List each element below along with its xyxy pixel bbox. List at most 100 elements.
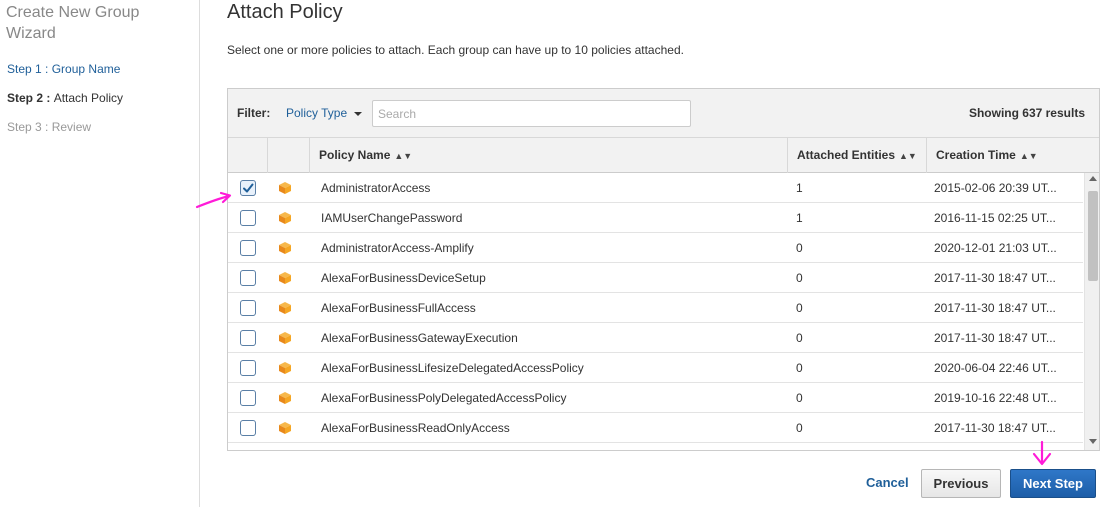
attached-entities: 0: [796, 241, 803, 255]
step-label: Attach Policy: [53, 91, 124, 105]
attached-entities: 0: [796, 331, 803, 345]
attached-entities: 0: [796, 301, 803, 315]
header-attached-entities[interactable]: Attached Entities ▲▼: [787, 138, 926, 173]
policy-name[interactable]: AlexaForBusinessGatewayExecution: [321, 331, 518, 345]
policy-box-icon: [279, 302, 291, 314]
header-icon-column: [267, 138, 309, 173]
table-row[interactable]: AlexaForBusinessFullAccess 0 2017-11-30 18…: [228, 293, 1083, 323]
scrollbar-thumb[interactable]: [1088, 191, 1098, 281]
filter-bar: Filter: Policy Type Showing 637 results: [228, 89, 1099, 138]
creation-time: 2017-11-30 18:47 UT...: [934, 421, 1056, 435]
attached-entities: 0: [796, 271, 803, 285]
row-checkbox[interactable]: [240, 180, 256, 196]
policy-name[interactable]: AlexaForBusinessDeviceSetup: [321, 271, 486, 285]
search-input[interactable]: [372, 100, 691, 127]
table-row[interactable]: IAMUserChangePassword 1 2016-11-15 02:25 U…: [228, 203, 1083, 233]
creation-time: 2020-06-04 22:46 UT...: [934, 361, 1057, 375]
caret-down-icon: [353, 111, 362, 116]
header-policy-name[interactable]: Policy Name ▲▼: [309, 138, 787, 173]
step-number: Step 2 :: [7, 91, 54, 105]
previous-button[interactable]: Previous: [921, 469, 1001, 498]
wizard-step-1[interactable]: Step 1 : Group Name: [7, 62, 120, 76]
row-checkbox[interactable]: [240, 360, 256, 376]
step-label: Group Name: [51, 62, 121, 76]
checkmark-icon: [243, 183, 254, 193]
results-count: Showing 637 results: [968, 106, 1085, 120]
creation-time: 2020-12-01 21:03 UT...: [934, 241, 1057, 255]
header-label: Policy Name: [319, 148, 391, 162]
policy-name[interactable]: AlexaForBusinessPolyDelegatedAccessPolic…: [321, 391, 566, 405]
table-row[interactable]: AlexaForBusinessReadOnlyAccess 0 2017-11-3…: [228, 413, 1083, 443]
table-row[interactable]: AdministratorAccess 1 2015-02-06 20:39 UT.…: [228, 173, 1083, 203]
table-row[interactable]: AlexaForBusinessGatewayExecution 0 2017-11…: [228, 323, 1083, 353]
row-checkbox[interactable]: [240, 420, 256, 436]
header-creation-time[interactable]: Creation Time ▲▼: [926, 138, 1099, 173]
policy-box-icon: [279, 392, 291, 404]
policy-type-dropdown[interactable]: Policy Type: [286, 106, 362, 120]
policy-table-panel: Filter: Policy Type Showing 637 results …: [227, 88, 1100, 451]
wizard-sidebar: Create New Group Wizard Step 1 : Group N…: [0, 0, 200, 507]
attached-entities: 1: [796, 211, 803, 225]
row-checkbox[interactable]: [240, 240, 256, 256]
wizard-step-2: Step 2 : Attach Policy: [7, 91, 123, 105]
policy-box-icon: [279, 332, 291, 344]
policy-box-icon: [279, 212, 291, 224]
next-step-button[interactable]: Next Step: [1010, 469, 1096, 498]
step-separator: :: [41, 62, 52, 76]
policy-box-icon: [279, 272, 291, 284]
header-label: Creation Time: [936, 148, 1016, 162]
policy-box-icon: [279, 362, 291, 374]
sort-arrows-icon: ▲▼: [394, 151, 413, 161]
policy-box-icon: [279, 182, 291, 194]
row-checkbox[interactable]: [240, 210, 256, 226]
policy-box-icon: [279, 422, 291, 434]
row-checkbox[interactable]: [240, 390, 256, 406]
creation-time: 2017-11-30 18:47 UT...: [934, 271, 1056, 285]
table-body: AdministratorAccess 1 2015-02-06 20:39 UT.…: [228, 173, 1083, 450]
policy-name[interactable]: AdministratorAccess: [321, 181, 430, 195]
filter-label: Filter:: [237, 106, 271, 120]
scroll-up-icon[interactable]: [1089, 176, 1097, 181]
row-checkbox[interactable]: [240, 270, 256, 286]
creation-time: 2017-11-30 18:47 UT...: [934, 301, 1056, 315]
table-row[interactable]: AlexaForBusinessLifesizeDelegatedAccessP…: [228, 353, 1083, 383]
table-row[interactable]: AlexaForBusinessDeviceSetup 0 2017-11-30 1…: [228, 263, 1083, 293]
table-row[interactable]: AdministratorAccess-Amplify 0 2020-12-01 2…: [228, 233, 1083, 263]
row-checkbox[interactable]: [240, 300, 256, 316]
table-scrollbar[interactable]: [1084, 173, 1099, 450]
attached-entities: 0: [796, 391, 803, 405]
sort-arrows-icon: ▲▼: [1019, 151, 1038, 161]
policy-type-label: Policy Type: [286, 106, 348, 120]
policy-name[interactable]: AdministratorAccess-Amplify: [321, 241, 474, 255]
step-separator: :: [41, 120, 52, 134]
creation-time: 2016-11-15 02:25 UT...: [934, 211, 1056, 225]
policy-name[interactable]: IAMUserChangePassword: [321, 211, 462, 225]
scroll-down-icon[interactable]: [1089, 439, 1097, 444]
attached-entities: 0: [796, 361, 803, 375]
sort-arrows-icon: ▲▼: [899, 151, 917, 161]
page-description: Select one or more policies to attach. E…: [227, 43, 684, 57]
row-checkbox[interactable]: [240, 330, 256, 346]
creation-time: 2017-11-30 18:47 UT...: [934, 331, 1056, 345]
step-label: Review: [51, 120, 92, 134]
page-title: Attach Policy: [227, 1, 343, 23]
creation-time: 2019-10-16 22:48 UT...: [934, 391, 1057, 405]
cancel-link[interactable]: Cancel: [866, 475, 909, 490]
attached-entities: 0: [796, 421, 803, 435]
wizard-step-3: Step 3 : Review: [7, 120, 91, 134]
header-select-column: [228, 138, 267, 173]
wizard-title: Create New Group Wizard: [6, 4, 140, 42]
step-number: Step 3: [7, 120, 42, 134]
header-label: Attached Entities: [797, 148, 896, 162]
policy-name[interactable]: AlexaForBusinessFullAccess: [321, 301, 476, 315]
attached-entities: 1: [796, 181, 803, 195]
table-row[interactable]: AlexaForBusinessPolyDelegatedAccessPolic…: [228, 383, 1083, 413]
annotation-arrow-icon: [195, 191, 232, 209]
policy-name[interactable]: AlexaForBusinessLifesizeDelegatedAccessP…: [321, 361, 584, 375]
policy-name[interactable]: AlexaForBusinessReadOnlyAccess: [321, 421, 510, 435]
table-header: Policy Name ▲▼ Attached Entities ▲▼ Creati…: [228, 138, 1099, 173]
policy-box-icon: [279, 242, 291, 254]
annotation-arrow-icon: [1032, 440, 1052, 466]
creation-time: 2015-02-06 20:39 UT...: [934, 181, 1057, 195]
step-number: Step 1: [7, 62, 42, 76]
